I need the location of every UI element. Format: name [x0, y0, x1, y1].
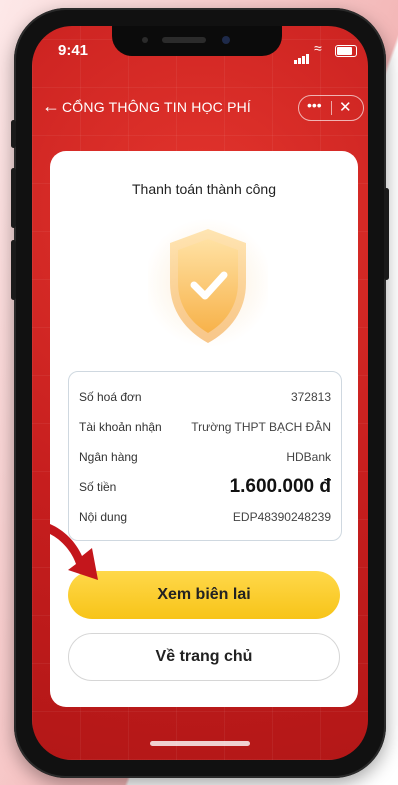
wifi-icon: ≈: [314, 40, 322, 56]
notch-sensor: [142, 37, 148, 43]
detail-label: Số tiền: [79, 480, 117, 494]
detail-row-recipient: Tài khoản nhận Trường THPT BẠCH ĐẰN: [79, 420, 331, 440]
mute-switch: [11, 120, 16, 148]
amount-value: 1.600.000 đ: [229, 476, 331, 497]
detail-value: Trường THPT BẠCH ĐẰN: [191, 420, 331, 434]
volume-up-button: [11, 168, 16, 228]
arrow-left-icon[interactable]: ←: [42, 97, 60, 115]
more-dots-icon[interactable]: •••: [307, 97, 322, 113]
detail-row-bank: Ngân hàng HDBank: [79, 450, 331, 470]
home-button[interactable]: Về trang chủ: [68, 633, 340, 681]
close-icon[interactable]: ✕: [339, 98, 352, 116]
payment-result-card: Thanh toán thành công Số hoá đơn 372813 …: [50, 151, 358, 707]
page-title: CỔNG THÔNG TIN HỌC PHÍ: [62, 99, 252, 115]
app-bar: ← CỔNG THÔNG TIN HỌC PHÍ ••• ✕: [32, 90, 368, 126]
transaction-details: Số hoá đơn 372813 Tài khoản nhận Trường …: [68, 371, 342, 541]
volume-down-button: [11, 240, 16, 300]
capsule-divider: [331, 101, 332, 115]
home-indicator: [150, 741, 250, 746]
status-time: 9:41: [58, 42, 89, 59]
detail-row-invoice: Số hoá đơn 372813: [79, 390, 331, 410]
signal-icon: [294, 46, 310, 64]
phone-screen: 9:41 ≈ ← CỔNG THÔNG TIN HỌC PHÍ ••• ✕ Th…: [32, 26, 368, 760]
phone-frame: 9:41 ≈ ← CỔNG THÔNG TIN HỌC PHÍ ••• ✕ Th…: [11, 8, 389, 778]
detail-label: Số hoá đơn: [79, 390, 142, 404]
detail-row-amount: Số tiền 1.600.000 đ: [79, 476, 331, 500]
power-button: [384, 188, 389, 280]
detail-value: HDBank: [286, 450, 331, 464]
notch-speaker: [162, 37, 206, 43]
detail-value: 372813: [290, 390, 331, 404]
notch: [112, 26, 282, 56]
success-title: Thanh toán thành công: [131, 181, 276, 197]
shield-check-icon: [170, 229, 246, 343]
status-bar: 9:41 ≈: [32, 26, 368, 70]
detail-row-content: Nội dung EDP48390248239: [79, 510, 331, 530]
detail-label: Ngân hàng: [79, 450, 138, 464]
front-camera: [222, 36, 230, 44]
battery-icon: [335, 45, 357, 57]
detail-label: Tài khoản nhận: [79, 420, 162, 434]
detail-value: EDP48390248239: [232, 510, 331, 524]
pointer-arrow-icon: [50, 524, 98, 580]
miniapp-capsule: ••• ✕: [298, 95, 364, 121]
